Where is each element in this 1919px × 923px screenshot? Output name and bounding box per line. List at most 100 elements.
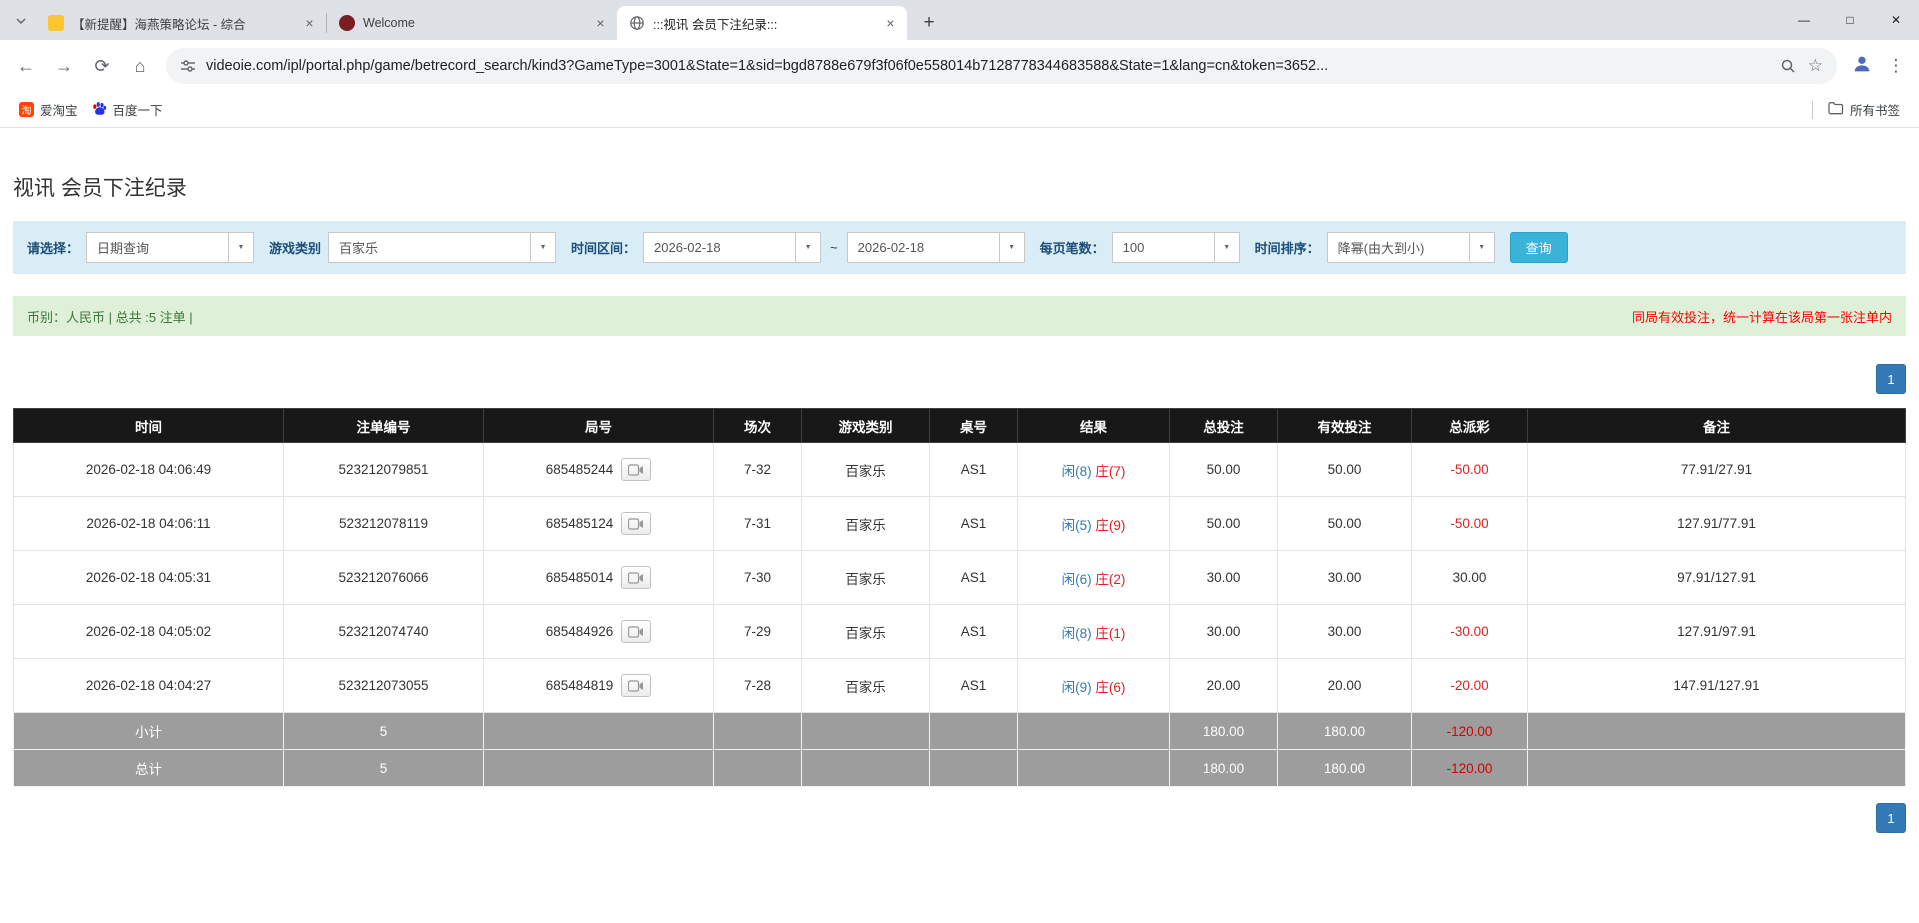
round-number: 685485014: [546, 570, 614, 585]
tab-welcome[interactable]: Welcome ×: [327, 6, 617, 40]
cell-result: 闲(6) 庄(2): [1018, 551, 1170, 605]
subtotal-row: 小计 5 180.00 180.00 -120.00: [14, 713, 1906, 750]
date-to-value: 2026-02-18: [848, 233, 999, 262]
table-row: 2026-02-18 04:04:27 523212073055 6854848…: [14, 659, 1906, 713]
video-icon[interactable]: [621, 620, 651, 643]
page-1-button[interactable]: 1: [1876, 803, 1906, 833]
bookmark-star-icon[interactable]: ☆: [1808, 56, 1823, 76]
minimize-button[interactable]: —: [1781, 0, 1827, 40]
round-number: 685484819: [546, 678, 614, 693]
forward-button[interactable]: →: [46, 48, 82, 84]
video-icon[interactable]: [621, 674, 651, 697]
cell-total-bet[interactable]: 30.00: [1170, 551, 1278, 605]
profile-avatar[interactable]: [1845, 49, 1879, 83]
address-bar[interactable]: videoie.com/ipl/portal.php/game/betrecor…: [166, 48, 1837, 84]
cell-session: 7-30: [714, 551, 802, 605]
subtotal-count: 5: [284, 713, 484, 750]
tab-close-icon[interactable]: ×: [592, 15, 609, 32]
bet-records-table: 时间 注单编号 局号 场次 游戏类别 桌号 结果 总投注 有效投注 总派彩 备注…: [13, 408, 1906, 787]
table-body: 2026-02-18 04:06:49 523212079851 6854852…: [14, 443, 1906, 713]
cell-total-bet[interactable]: 30.00: [1170, 605, 1278, 659]
forum-favicon: [48, 15, 64, 31]
cell-payout: 30.00: [1412, 551, 1528, 605]
cell-round-no: 685485124: [484, 497, 714, 551]
tab-separator: [326, 13, 327, 33]
cell-table-no: AS1: [930, 605, 1018, 659]
browser-window: 【新提醒】海燕策略论坛 - 综合 × Welcome × :::视讯 会员下注纪…: [0, 0, 1919, 128]
header-game-type: 游戏类别: [802, 409, 930, 443]
cell-table-no: AS1: [930, 497, 1018, 551]
date-to-input[interactable]: 2026-02-18 ▼: [847, 232, 1025, 263]
tab-bet-records[interactable]: :::视讯 会员下注纪录::: ×: [617, 6, 907, 40]
cell-game-type: 百家乐: [802, 659, 930, 713]
cell-total-bet[interactable]: 50.00: [1170, 443, 1278, 497]
window-controls: — □ ✕: [1781, 0, 1919, 40]
cell-total-bet[interactable]: 50.00: [1170, 497, 1278, 551]
close-button[interactable]: ✕: [1873, 0, 1919, 40]
tab-title: 【新提醒】海燕策略论坛 - 综合: [72, 14, 293, 33]
new-tab-button[interactable]: +: [915, 9, 943, 37]
baidu-paw-icon: [92, 101, 107, 119]
cell-bet-no: 523212078119: [284, 497, 484, 551]
cell-result: 闲(8) 庄(7): [1018, 443, 1170, 497]
tab-title: :::视讯 会员下注纪录:::: [653, 14, 874, 33]
page-content: 视讯 会员下注纪录 请选择： 日期查询 ▼ 游戏类别 百家乐 ▼ 时间区间： 2…: [0, 172, 1919, 833]
date-from-input[interactable]: 2026-02-18 ▼: [643, 232, 821, 263]
reload-button[interactable]: ⟳: [84, 48, 120, 84]
back-button[interactable]: ←: [8, 48, 44, 84]
cell-time: 2026-02-18 04:05:31: [14, 551, 284, 605]
result-banker: 庄(7): [1095, 464, 1125, 479]
cell-valid-bet: 50.00: [1278, 443, 1412, 497]
total-count: 5: [284, 750, 484, 787]
tab-close-icon[interactable]: ×: [882, 15, 899, 32]
cell-result: 闲(9) 庄(6): [1018, 659, 1170, 713]
cell-payout: -20.00: [1412, 659, 1528, 713]
cell-total-bet[interactable]: 20.00: [1170, 659, 1278, 713]
site-info-icon[interactable]: [180, 58, 196, 74]
cell-time: 2026-02-18 04:04:27: [14, 659, 284, 713]
zoom-icon[interactable]: [1780, 58, 1796, 74]
cell-payout: -50.00: [1412, 443, 1528, 497]
sort-order-select[interactable]: 降幂(由大到小) ▼: [1327, 232, 1495, 263]
bookmark-label: 爱淘宝: [40, 100, 78, 119]
tab-search-button[interactable]: [6, 6, 36, 40]
cell-table-no: AS1: [930, 659, 1018, 713]
maximize-button[interactable]: □: [1827, 0, 1873, 40]
chevron-down-icon: ▼: [999, 233, 1024, 262]
round-number: 685485124: [546, 516, 614, 531]
url-text: videoie.com/ipl/portal.php/game/betrecor…: [206, 58, 1780, 74]
video-icon[interactable]: [621, 512, 651, 535]
result-banker: 庄(1): [1095, 626, 1125, 641]
browser-menu-button[interactable]: ⋮: [1881, 48, 1911, 84]
home-button[interactable]: ⌂: [122, 48, 158, 84]
bookmark-label: 百度一下: [113, 100, 163, 119]
search-button[interactable]: 查询: [1510, 232, 1568, 263]
game-type-select[interactable]: 百家乐 ▼: [328, 232, 556, 263]
tab-close-icon[interactable]: ×: [301, 15, 318, 32]
cell-round-no: 685485244: [484, 443, 714, 497]
welcome-favicon: [339, 15, 355, 31]
cell-round-no: 685485014: [484, 551, 714, 605]
subtotal-valid-bet: 180.00: [1278, 713, 1412, 750]
page-1-button[interactable]: 1: [1876, 364, 1906, 394]
per-page-label: 每页笔数：: [1040, 238, 1105, 257]
bookmark-baidu[interactable]: 百度一下: [85, 96, 170, 123]
video-icon[interactable]: [621, 458, 651, 481]
pagination-top: 1: [13, 364, 1906, 394]
cell-time: 2026-02-18 04:05:02: [14, 605, 284, 659]
select-mode-label: 请选择：: [27, 238, 79, 257]
result-player: 闲(8): [1062, 626, 1092, 641]
tab-forum[interactable]: 【新提醒】海燕策略论坛 - 综合 ×: [36, 6, 326, 40]
cell-session: 7-31: [714, 497, 802, 551]
cell-valid-bet: 20.00: [1278, 659, 1412, 713]
video-icon[interactable]: [621, 566, 651, 589]
select-value: 百家乐: [329, 233, 530, 262]
total-label: 总计: [14, 750, 284, 787]
bookmark-taobao[interactable]: 淘 爱淘宝: [12, 96, 85, 123]
date-mode-select[interactable]: 日期查询 ▼: [86, 232, 254, 263]
all-bookmarks-button[interactable]: 所有书签: [1821, 96, 1907, 123]
globe-icon: [629, 15, 645, 31]
page-size-select[interactable]: 100 ▼: [1112, 232, 1240, 263]
cell-session: 7-29: [714, 605, 802, 659]
time-range-label: 时间区间：: [571, 238, 636, 257]
